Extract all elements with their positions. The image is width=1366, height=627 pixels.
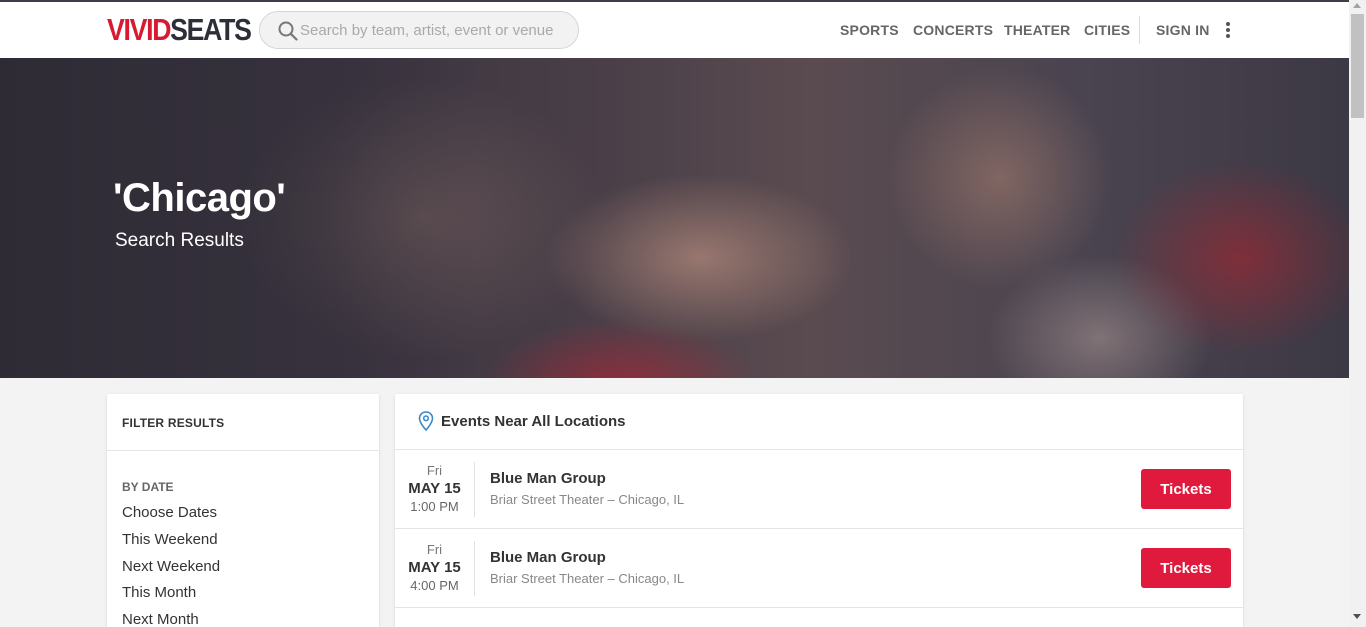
event-time: 4:00 PM (410, 578, 459, 593)
page-title: 'Chicago' (113, 176, 286, 220)
event-day-of-week: Fri (426, 463, 443, 478)
filter-panel: FILTER RESULTS BY DATE Choose Dates This… (107, 394, 379, 627)
date-divider (474, 541, 475, 596)
nav-cities[interactable]: CITIES (1084, 22, 1130, 38)
more-vertical-icon[interactable] (1220, 22, 1236, 40)
scroll-up-arrow-icon[interactable] (1353, 3, 1361, 8)
event-month-day: MAY 15 (408, 480, 461, 497)
event-date: Fri MAY 15 4:00 PM (395, 529, 474, 608)
event-name[interactable]: Blue Man Group (490, 470, 606, 487)
event-row[interactable]: Fri MAY 15 1:00 PM Blue Man Group Briar … (395, 450, 1243, 529)
search-icon[interactable] (278, 21, 298, 41)
hero-banner: 'Chicago' Search Results (0, 58, 1349, 378)
page-subtitle: Search Results (115, 230, 244, 251)
search-input[interactable] (300, 12, 570, 48)
event-name[interactable]: Blue Man Group (490, 549, 606, 566)
event-date: Fri MAY 15 1:00 PM (395, 450, 474, 529)
filter-this-month[interactable]: This Month (122, 584, 196, 601)
event-time: 1:00 PM (410, 499, 459, 514)
location-pin-icon (418, 411, 434, 431)
search-box[interactable] (259, 11, 579, 49)
filter-by-date-label: BY DATE (122, 480, 174, 494)
vividseats-logo[interactable]: VIVIDSEATS (107, 12, 252, 47)
filter-next-weekend[interactable]: Next Weekend (122, 558, 220, 575)
event-month-day: MAY 15 (408, 559, 461, 576)
events-header: Events Near All Locations (395, 394, 1243, 450)
date-divider (474, 462, 475, 517)
event-venue: Briar Street Theater – Chicago, IL (490, 492, 685, 507)
nav-concerts[interactable]: CONCERTS (913, 22, 993, 38)
logo-vivid: VIVID (107, 12, 171, 47)
nav-sign-in[interactable]: SIGN IN (1156, 22, 1210, 38)
nav-theater[interactable]: THEATER (1004, 22, 1070, 38)
event-day-of-week: Fri (426, 542, 443, 557)
filter-this-weekend[interactable]: This Weekend (122, 531, 218, 548)
logo-seats: SEATS (170, 12, 252, 47)
nav-sports[interactable]: SPORTS (840, 22, 899, 38)
tickets-button[interactable]: Tickets (1141, 469, 1231, 509)
events-heading: Events Near All Locations (441, 413, 626, 430)
scroll-down-arrow-icon[interactable] (1353, 614, 1361, 619)
filter-choose-dates[interactable]: Choose Dates (122, 504, 217, 521)
nav-divider (1139, 16, 1140, 44)
filter-next-month[interactable]: Next Month (122, 611, 199, 627)
scrollbar-thumb[interactable] (1351, 14, 1364, 118)
event-row[interactable]: Fri MAY 15 4:00 PM Blue Man Group Briar … (395, 529, 1243, 608)
events-panel: Events Near All Locations Fri MAY 15 1:0… (395, 394, 1243, 627)
event-venue: Briar Street Theater – Chicago, IL (490, 571, 685, 586)
tickets-button[interactable]: Tickets (1141, 548, 1231, 588)
filter-heading: FILTER RESULTS (107, 394, 379, 451)
site-header: VIVIDSEATS SPORTS CONCERTS THEATER CITIE… (0, 2, 1349, 58)
